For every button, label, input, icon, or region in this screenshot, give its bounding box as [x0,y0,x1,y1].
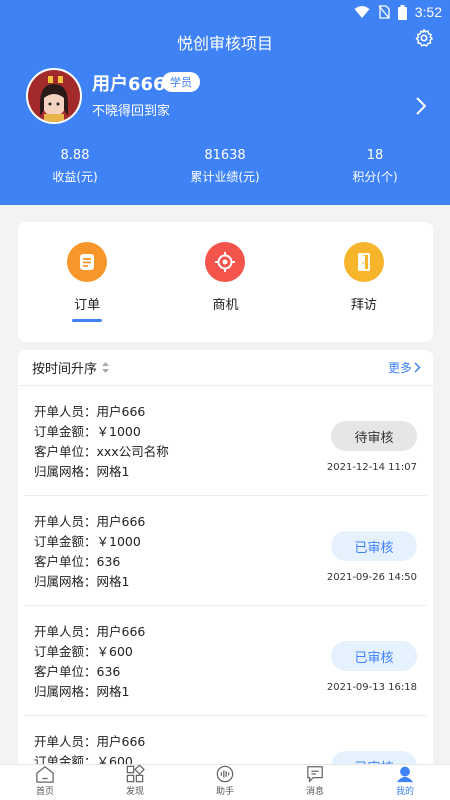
order-creator: 开单人员：用户666 [34,624,146,639]
menu-item-visits[interactable]: 拜访 [295,222,433,342]
order-item[interactable]: 开单人员：用户666 订单金额：￥1000 客户单位：636 归属网格：网格1 … [24,496,427,606]
status-bar: 3:52 [0,0,450,24]
nav-label: 首页 [35,787,54,797]
voice-icon [216,765,234,783]
order-grid: 归属网格：网格1 [34,464,130,479]
status-badge: 已审核 [331,641,417,671]
order-date: 2021-12-14 11:07 [326,462,417,473]
document-icon [67,242,108,282]
nav-label: 发现 [125,787,144,797]
order-item[interactable]: 开单人员：用户666 订单金额：￥1000 客户单位：xxx公司名称 归属网格：… [24,386,427,496]
stat-value: 18 [366,148,384,163]
nav-label: 我的 [395,787,414,797]
status-badge: 待审核 [331,421,417,451]
menu-label: 拜访 [350,298,377,313]
nav-home[interactable]: 首页 [0,765,90,800]
order-date: 2021-09-26 14:50 [326,572,417,583]
order-creator: 开单人员：用户666 [34,734,146,749]
stat-performance[interactable]: 81638 累计业绩(元) [150,148,300,185]
user-motto: 不晓得回到家 [92,104,171,119]
status-badge: 已审核 [331,531,417,561]
menu-item-orders[interactable]: 订单 [18,222,156,342]
nav-assistant[interactable]: 助手 [180,765,270,800]
order-creator: 开单人员：用户666 [34,404,146,419]
order-grid: 归属网格：网格1 [34,684,130,699]
avatar[interactable] [26,68,82,124]
home-icon [36,766,54,783]
stat-points[interactable]: 18 积分(个) [300,148,450,185]
stat-label: 收益(元) [52,170,98,184]
username: 用户666 [92,74,166,95]
order-grid: 归属网格：网格1 [34,574,130,589]
avatar-illustration-icon [28,70,80,122]
stat-label: 累计业绩(元) [190,170,260,184]
order-item[interactable]: 开单人员：用户666 订单金额：￥600 已审核 [24,716,427,770]
bottom-nav: 首页 发现 助手 消息 我的 [0,764,450,800]
user-icon [396,766,414,783]
target-icon [205,242,246,282]
order-amount: 订单金额：￥1000 [34,424,141,439]
nav-messages[interactable]: 消息 [270,765,360,800]
door-icon [343,242,384,282]
sort-toggle[interactable]: 按时间升序 [32,358,110,377]
no-sim-icon [378,5,390,19]
chevron-right-icon [414,362,421,373]
order-list: 按时间升序 更多 开单人员：用户666 订单金额：￥1000 客户单位：xxx公… [18,350,433,770]
page-title: 悦创审核项目 [176,34,273,53]
feature-menu: 订单 商机 拜访 [18,222,433,342]
more-label: 更多 [387,361,412,375]
wifi-icon [354,6,370,18]
message-icon [307,766,323,783]
settings-gear-icon[interactable] [414,28,434,48]
role-badge: 学员 [162,72,200,92]
nav-label: 消息 [305,787,324,797]
order-amount: 订单金额：￥600 [34,644,133,659]
stat-label: 积分(个) [352,170,398,184]
menu-label: 商机 [212,298,239,313]
list-header: 按时间升序 更多 [18,350,433,386]
sort-icon [102,362,110,373]
stat-value: 81638 [204,148,246,163]
nav-label: 助手 [215,787,234,797]
menu-label: 订单 [74,298,101,313]
order-creator: 开单人员：用户666 [34,514,146,529]
active-indicator [72,319,103,322]
order-customer: 客户单位：636 [34,554,121,569]
order-date: 2021-09-13 16:18 [326,682,417,693]
order-customer: 客户单位：xxx公司名称 [34,444,169,459]
chevron-right-icon[interactable] [414,96,428,116]
stat-income[interactable]: 8.88 收益(元) [0,148,150,185]
nav-mine[interactable]: 我的 [360,765,450,800]
stats-row: 8.88 收益(元) 81638 累计业绩(元) 18 积分(个) [0,148,450,185]
more-link[interactable]: 更多 [388,359,421,376]
sort-label: 按时间升序 [32,362,98,377]
stat-value: 8.88 [60,148,90,163]
nav-discover[interactable]: 发现 [90,765,180,800]
order-customer: 客户单位：636 [34,664,121,679]
profile-header: 3:52 悦创审核项目 用户666 学员 不晓得回到家 8.88 收益(元) 8… [0,0,450,205]
status-time: 3:52 [414,4,442,20]
grid-icon [126,765,145,783]
order-amount: 订单金额：￥1000 [34,534,141,549]
menu-item-opportunities[interactable]: 商机 [156,222,294,342]
battery-icon [397,4,407,20]
order-item[interactable]: 开单人员：用户666 订单金额：￥600 客户单位：636 归属网格：网格1 已… [24,606,427,716]
